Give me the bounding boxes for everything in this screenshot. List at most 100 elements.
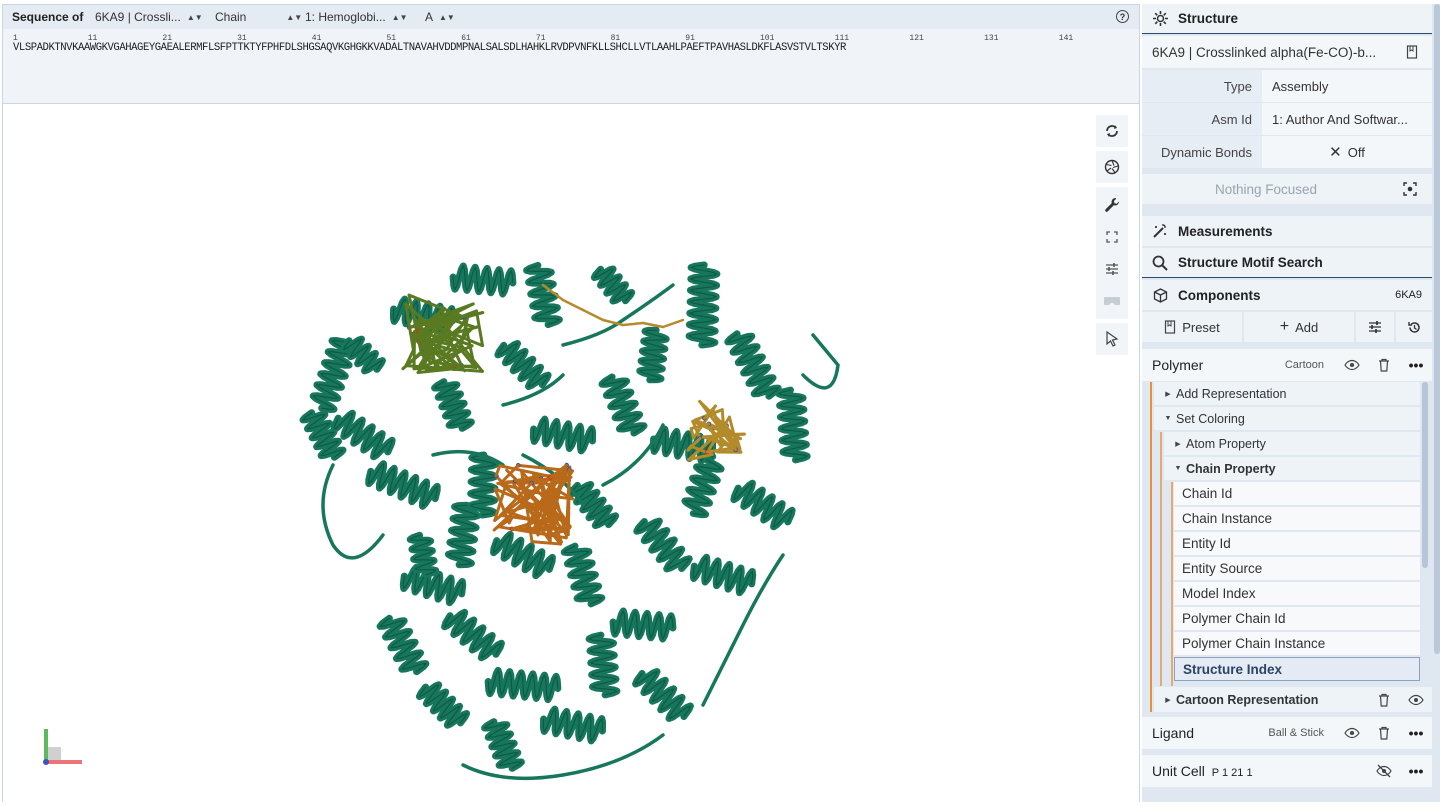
tools-button[interactable] — [1096, 189, 1128, 221]
updown-icon: ▲▼ — [439, 12, 455, 22]
polymer-repr-tag: Cartoon — [1284, 359, 1324, 371]
color-option-entity-source[interactable]: Entity Source — [1174, 557, 1420, 581]
atom-property-row[interactable]: ▶ Atom Property — [1164, 432, 1420, 456]
updown-icon: ▲▼ — [391, 12, 408, 22]
color-option-chain-instance[interactable]: Chain Instance — [1174, 507, 1420, 531]
color-option-structure-index[interactable]: Structure Index — [1174, 657, 1420, 681]
ligand-bond — [561, 298, 585, 312]
sequence-number: 121 — [909, 34, 924, 43]
entity-select-value: 1: Hemoglobi... — [305, 10, 386, 24]
type-value[interactable]: Assembly — [1262, 70, 1432, 102]
dynamic-bonds-toggle[interactable]: ✕ Off — [1262, 136, 1432, 168]
structure-title: Structure — [1178, 11, 1239, 26]
molecule-3d-canvas[interactable] — [3, 105, 1139, 802]
history-button[interactable] — [1396, 312, 1432, 342]
eye-icon[interactable] — [1400, 694, 1432, 706]
add-representation-row[interactable]: ▶ Add Representation — [1154, 382, 1420, 406]
search-icon — [1142, 255, 1178, 271]
fullscreen-button[interactable] — [1096, 221, 1128, 253]
dynamic-bonds-value: Off — [1347, 144, 1365, 160]
unit-cell-name: Unit Cell — [1152, 763, 1205, 779]
eye-off-icon[interactable] — [1368, 764, 1400, 778]
option-label: Polymer Chain Id — [1182, 611, 1286, 626]
polymer-name: Polymer — [1152, 357, 1204, 373]
add-component-button[interactable]: + Add — [1244, 312, 1354, 342]
bookmark-icon — [1165, 320, 1176, 334]
components-section-header[interactable]: Components 6KA9 — [1142, 280, 1432, 310]
components-toolbar: Preset + Add — [1142, 312, 1432, 342]
cursor-arrow-icon — [1106, 331, 1119, 347]
asm-id-value[interactable]: 1: Author And Softwar... — [1262, 103, 1432, 135]
bookmark-icon[interactable] — [1392, 45, 1432, 59]
help-icon[interactable]: ? — [1116, 10, 1129, 23]
more-icon[interactable]: ••• — [1400, 725, 1432, 741]
triangle-right-icon: ▶ — [1165, 696, 1171, 704]
tree-accent-line-inner2 — [1171, 482, 1173, 686]
entry-select-value: 6KA9 | Crossli... — [95, 10, 181, 24]
trash-icon[interactable] — [1368, 358, 1400, 372]
focus-target-icon[interactable] — [1390, 182, 1430, 196]
color-option-chain-id[interactable]: Chain Id — [1174, 482, 1420, 506]
set-coloring-row[interactable]: ▼ Set Coloring — [1154, 407, 1420, 431]
more-icon[interactable]: ••• — [1400, 763, 1432, 779]
sliders-icon — [1106, 263, 1118, 275]
cartoon-representation-row[interactable]: ▶ Cartoon Representation — [1154, 687, 1432, 713]
motif-search-section-header[interactable]: Structure Motif Search — [1142, 248, 1432, 278]
component-options-button[interactable] — [1356, 312, 1394, 342]
chain-select[interactable]: A ▲▼ — [425, 10, 465, 24]
settings-button[interactable] — [1096, 253, 1128, 285]
structure-section-header[interactable]: Structure — [1142, 4, 1432, 34]
option-label: Entity Source — [1182, 561, 1263, 576]
vr-button[interactable] — [1096, 285, 1128, 317]
expand-icon — [1106, 231, 1118, 243]
add-representation-label: Add Representation — [1176, 386, 1287, 401]
mode-select[interactable]: Chain ▲▼ — [215, 10, 305, 24]
eye-icon[interactable] — [1336, 359, 1368, 371]
type-label: Type — [1142, 70, 1262, 102]
triangle-right-icon: ▶ — [1175, 440, 1181, 448]
ligand-bond — [641, 321, 665, 329]
magic-wand-icon — [1142, 223, 1178, 239]
ligand-name: Ligand — [1152, 725, 1195, 741]
color-option-model-index[interactable]: Model Index — [1174, 582, 1420, 606]
axes-indicator — [41, 725, 87, 770]
unit-cell-component[interactable]: Unit Cell P 1 21 1 ••• — [1142, 755, 1432, 787]
screenshot-button[interactable] — [1096, 151, 1128, 183]
plus-icon: + — [1279, 318, 1290, 335]
ligand-repr-tag: Ball & Stick — [1268, 727, 1324, 739]
structure-entry-row[interactable]: 6KA9 | Crosslinked alpha(Fe-CO)-b... — [1142, 36, 1432, 68]
updown-icon: ▲▼ — [286, 12, 303, 22]
entry-select[interactable]: 6KA9 | Crossli... ▲▼ — [95, 10, 215, 24]
color-option-polymer-chain-id[interactable]: Polymer Chain Id — [1174, 607, 1420, 631]
trash-icon[interactable] — [1368, 726, 1400, 740]
preset-button[interactable]: Preset — [1142, 312, 1242, 342]
axes-icon — [43, 729, 82, 765]
entity-select[interactable]: 1: Hemoglobi... ▲▼ — [305, 10, 425, 24]
chain-property-row[interactable]: ▼ Chain Property — [1164, 457, 1420, 481]
viewport-tools-group — [1096, 187, 1128, 319]
ligand-bond — [530, 540, 563, 546]
type-row: Type Assembly — [1142, 70, 1432, 102]
tree-scrollbar[interactable] — [1422, 382, 1428, 568]
reset-camera-button[interactable] — [1096, 115, 1128, 147]
color-option-polymer-chain-instance[interactable]: Polymer Chain Instance — [1174, 632, 1420, 656]
chain-property-label: Chain Property — [1186, 461, 1276, 476]
color-option-entity-id[interactable]: Entity Id — [1174, 532, 1420, 556]
panel-scrollbar[interactable] — [1434, 4, 1440, 654]
trash-icon[interactable] — [1368, 693, 1400, 707]
ligand-bond — [581, 308, 605, 322]
tree-accent-line-inner — [1160, 432, 1162, 686]
measurements-section-header[interactable]: Measurements — [1142, 216, 1432, 246]
viewer-area: Sequence of 6KA9 | Crossli... ▲▼ Chain ▲… — [2, 4, 1140, 802]
cartoon-representation-label: Cartoon Representation — [1176, 692, 1319, 707]
motif-search-title: Structure Motif Search — [1178, 255, 1323, 270]
polymer-component[interactable]: Polymer Cartoon ••• — [1142, 349, 1432, 381]
sequence-residues[interactable]: VLSPADKTNVKAAWGKVGAHAGEYGAEALERMFLSFPTTK… — [13, 42, 846, 54]
add-label: Add — [1295, 319, 1319, 335]
more-icon[interactable]: ••• — [1400, 357, 1432, 373]
vr-headset-icon — [1104, 297, 1120, 305]
selection-mode-button[interactable] — [1096, 323, 1128, 355]
tree-accent-line — [1150, 382, 1152, 712]
eye-icon[interactable] — [1336, 727, 1368, 739]
ligand-component[interactable]: Ligand Ball & Stick ••• — [1142, 717, 1432, 749]
